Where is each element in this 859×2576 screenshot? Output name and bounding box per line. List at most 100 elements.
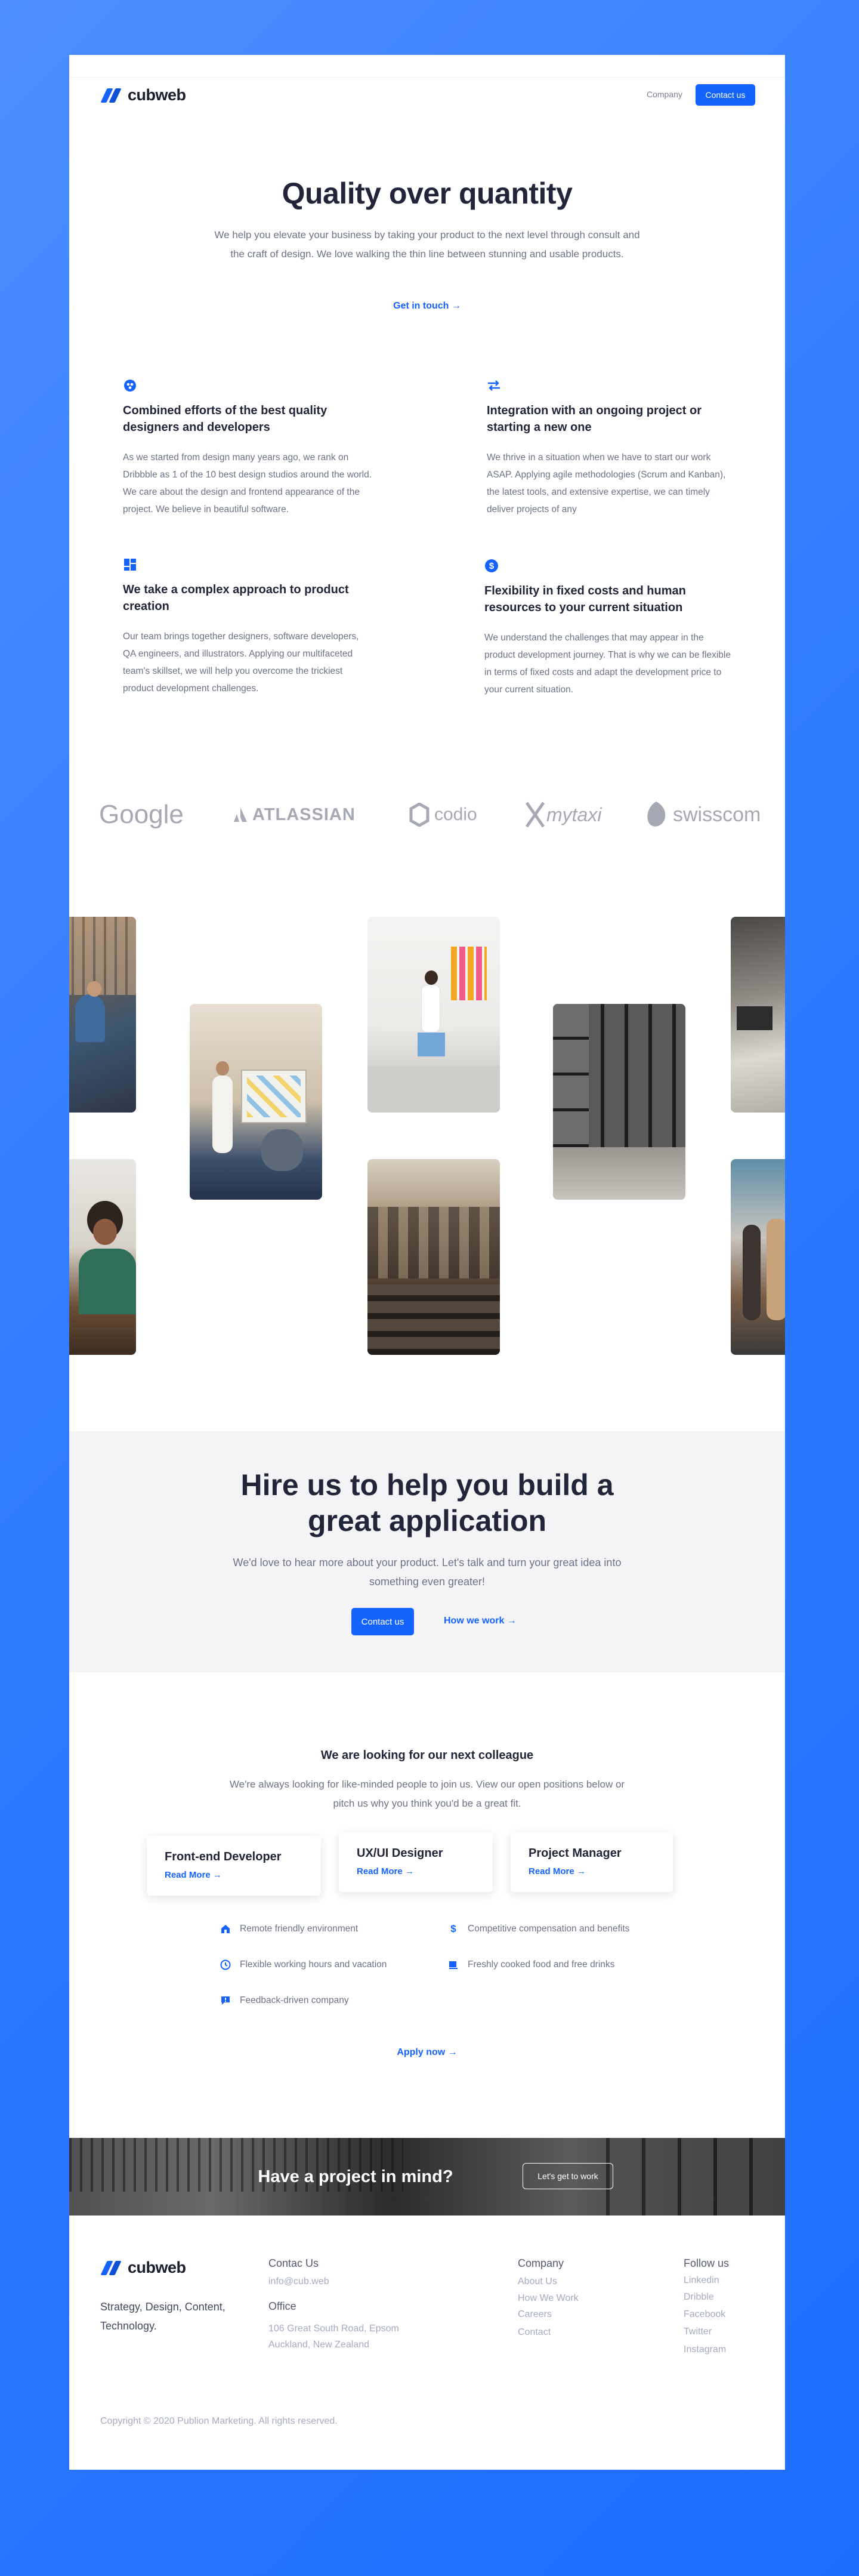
brand-name: cubweb [128,86,186,104]
site-header: cubweb Company Contact us [69,78,785,116]
feature-card: $ Flexibility in fixed costs and human r… [484,559,735,698]
perk-item: Feedback-driven company [220,1995,349,2007]
page-card: cubweb Company Contact us Quality over q… [69,55,785,2470]
jobs-title: We are looking for our next colleague [320,1749,534,1762]
how-we-work-link[interactable]: How we work → [444,1616,517,1626]
cta-title: Have a project in mind? [258,2167,453,2186]
footer-company-heading: Company [518,2257,564,2269]
codio-icon [409,803,430,827]
perk-text: Flexible working hours and vacation [240,1959,387,1970]
client-logo-mytaxi: mytaxi [525,800,601,830]
perk-item: Freshly cooked food and free drinks [447,1959,614,1971]
footer-link-twitter[interactable]: Twitter [684,2327,712,2337]
team-icon [123,378,137,393]
job-title: Front-end Developer [165,1850,282,1863]
read-more-link[interactable]: Read More → [357,1866,414,1876]
feature-text: Our team brings together designers, soft… [123,631,359,694]
atlassian-icon [234,808,247,822]
read-more-link[interactable]: Read More → [529,1866,586,1876]
hire-title-line1: Hire us to help you build a [240,1468,614,1502]
dollar-icon: $ [484,559,499,573]
feature-text: As we started from design many years ago… [123,452,372,514]
job-title: Project Manager [529,1847,622,1860]
perk-item: Remote friendly environment [220,1923,358,1935]
nav-company-link[interactable]: Company [647,90,682,99]
swisscom-icon [647,802,666,827]
svg-text:$: $ [489,561,495,571]
feature-title: Integration with an ongoing project or s… [487,404,702,434]
footer-link-dribble[interactable]: Dribble [684,2292,714,2303]
cubweb-logo-icon [100,87,123,104]
feature-title: We take a complex approach to product cr… [123,583,349,613]
coffee-icon [447,1959,459,1971]
footer-link-linkedin[interactable]: Linkedin [684,2275,719,2286]
apply-now-link[interactable]: Apply now → [69,2047,785,2058]
office-photo [69,917,136,1113]
brand-logo[interactable]: cubweb [100,86,186,104]
open-office-photo [367,1159,500,1355]
jobs-subtitle: We're always looking for like-minded peo… [229,1779,625,1809]
footer-link-contact[interactable]: Contact [518,2327,551,2338]
hire-contact-button[interactable]: Contact us [351,1608,414,1635]
perk-text: Competitive compensation and benefits [468,1924,630,1934]
sticky-notes-photo [367,917,500,1113]
workspace-photo [731,917,785,1113]
job-title: UX/UI Designer [357,1847,443,1860]
footer-link-instagram[interactable]: Instagram [684,2344,726,2355]
dollar-sign-icon: $ [450,1923,456,1934]
colleague-photo [69,1159,136,1355]
feature-card: Combined efforts of the best quality des… [123,378,373,518]
feature-card: We take a complex approach to product cr… [123,557,373,697]
feature-title: Combined efforts of the best quality des… [123,404,327,434]
feature-card: Integration with an ongoing project or s… [487,378,737,518]
footer-link-about[interactable]: About Us [518,2276,557,2287]
cubweb-logo-icon [100,2260,123,2276]
copyright: Copyright © 2020 Publion Marketing. All … [100,2416,338,2426]
footer-follow-heading: Follow us [684,2257,730,2269]
client-logo-codio: codio [409,800,477,830]
feature-text: We understand the challenges that may ap… [484,633,731,695]
hero-title: Quality over quantity [282,177,573,210]
perk-text: Freshly cooked food and free drinks [468,1959,615,1970]
top-strip [69,55,785,78]
glass-corridor-photo [553,1004,685,1200]
get-in-touch-link[interactable]: Get in touch → [69,301,785,312]
lets-get-to-work-button[interactable]: Let's get to work [523,2163,613,2189]
client-logo-atlassian: ATLASSIAN [233,800,356,830]
swap-arrows-icon [487,378,501,393]
cta-banner: Have a project in mind? Let's get to wor… [69,2138,785,2216]
nav-contact-button[interactable]: Contact us [696,84,755,106]
meeting-photo [190,1004,322,1200]
perk-text: Remote friendly environment [240,1924,359,1934]
footer-link-careers[interactable]: Careers [518,2309,552,2320]
footer-office-heading: Office [268,2300,296,2312]
job-card[interactable]: UX/UI Designer Read More → [339,1832,493,1892]
perk-item: Flexible working hours and vacation [220,1959,387,1971]
job-card[interactable]: Project Manager Read More → [511,1832,673,1892]
hero-subtitle: We help you elevate your business by tak… [214,229,640,260]
client-logo-swisscom: swisscom [644,800,761,830]
dashboard-icon [123,557,137,572]
hire-title-line2: great application [307,1504,547,1537]
feature-title: Flexibility in fixed costs and human res… [484,584,686,614]
perk-item: $ Competitive compensation and benefits [447,1923,629,1935]
hire-us-section: Hire us to help you build a great applic… [69,1431,785,1672]
chat-icon [220,1995,231,2007]
hire-subtitle: We'd love to hear more about your produc… [233,1557,622,1588]
footer-brand-name: cubweb [128,2258,186,2276]
feature-text: We thrive in a situation when we have to… [487,452,726,514]
hire-title: Hire us to help you build a great applic… [69,1467,785,1539]
team-standing-photo [731,1159,785,1355]
footer-brand-logo[interactable]: cubweb [100,2258,186,2277]
footer-link-facebook[interactable]: Facebook [684,2309,725,2320]
footer-link-how-we-work[interactable]: How We Work [518,2293,579,2304]
job-card[interactable]: Front-end Developer Read More → [147,1836,321,1896]
footer-contact-heading: Contac Us [268,2257,319,2269]
home-icon [220,1923,231,1935]
footer-tagline: Strategy, Design, Content, Technology. [100,2301,225,2332]
client-logo-google: Google [99,800,184,829]
clock-icon [220,1959,231,1971]
footer-email-link[interactable]: info@cub.web [268,2276,329,2287]
mytaxi-icon [525,802,545,828]
read-more-link[interactable]: Read More → [165,1870,222,1880]
